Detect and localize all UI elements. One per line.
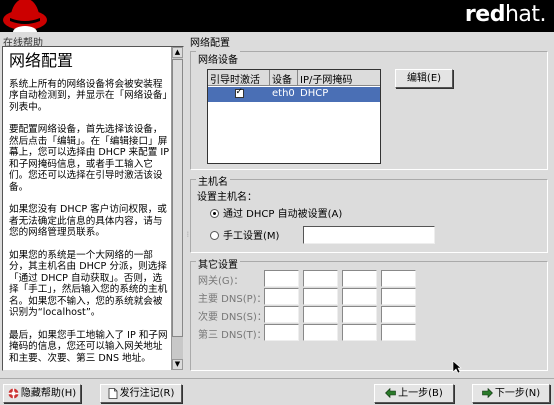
radio-selected-icon[interactable]	[210, 209, 219, 218]
lifebuoy-icon	[8, 388, 19, 398]
gateway-octet-3[interactable]	[342, 270, 377, 287]
help-paragraph: 要配置网络设备，首先选择该设备，然后点击「编辑」。在「编辑接口」屏幕上，您可以选…	[9, 124, 169, 193]
other-settings-title: 其它设置	[196, 256, 240, 271]
device-cell: eth0	[272, 88, 295, 99]
hostname-manual-radio[interactable]: 手工设置(M)	[210, 227, 279, 242]
dns1-octet-4[interactable]	[381, 288, 416, 305]
help-content: 网络配置 系统上所有的网络设备将会被安装程序自动检测到，并显示在「网络设备」列表…	[9, 51, 169, 370]
dns3-octet-3[interactable]	[342, 324, 377, 341]
dns2-octet-4[interactable]	[381, 306, 416, 323]
back-label: 上一步(B)	[398, 388, 443, 399]
brand-main: red	[464, 2, 506, 27]
column-header[interactable]: 引导时激活	[208, 70, 270, 86]
arrow-left-icon	[385, 388, 396, 398]
table-header: 引导时激活 设备 IP/子网掩码	[208, 70, 380, 86]
dns1-label: 主要 DNS(P)：	[198, 294, 267, 305]
document-icon	[108, 387, 118, 399]
back-button[interactable]: 上一步(B)	[374, 384, 454, 403]
help-paragraph: 最后，如果您手工地输入了 IP 和子网掩码的信息，您还可以输入网关地址和主要、次…	[9, 329, 168, 364]
hostname-manual-input[interactable]	[303, 226, 435, 244]
scroll-up-arrow-icon[interactable]: ▲	[172, 47, 183, 58]
dns3-octet-4[interactable]	[381, 324, 416, 341]
dns2-octet-2[interactable]	[303, 306, 338, 323]
manual-option-label: 手工设置(M)	[223, 231, 280, 242]
network-config-title: 网络配置	[190, 38, 230, 49]
bottom-button-bar	[0, 378, 554, 405]
next-label: 下一步(N)	[494, 388, 541, 399]
release-notes-label: 发行注记(R)	[119, 388, 175, 399]
release-notes-button[interactable]: 发行注记(R)	[100, 384, 182, 403]
column-header[interactable]: IP/子网掩码	[298, 70, 380, 86]
hide-help-button[interactable]: 隐藏帮助(H)	[3, 384, 81, 403]
dns2-label: 次要 DNS(S)：	[198, 312, 267, 323]
dns1-octet-3[interactable]	[342, 288, 377, 305]
help-panel: 网络配置 系统上所有的网络设备将会被安装程序自动检测到，并显示在「网络设备」列表…	[2, 46, 184, 371]
dns3-octet-2[interactable]	[303, 324, 338, 341]
brand-dot: hat.	[504, 2, 547, 27]
dns2-octet-3[interactable]	[342, 306, 377, 323]
radio-unselected-icon[interactable]	[210, 231, 219, 240]
pane-splitter[interactable]: ⋮	[185, 46, 191, 371]
gateway-label: 网关(G)：	[198, 276, 244, 287]
hostname-title: 主机名	[196, 173, 230, 188]
dns3-label: 第三 DNS(T)：	[198, 330, 267, 341]
help-paragraph: 如果您没有 DHCP 客户访问权限，或者无法确定此信息的具体内容，请与您的网络管…	[9, 204, 167, 238]
mouse-pointer-icon	[452, 360, 462, 374]
help-paragraph: 系统上所有的网络设备将会被安装程序自动检测到，并显示在「网络设备」列表中。	[9, 78, 168, 113]
next-button[interactable]: 下一步(N)	[472, 384, 550, 403]
dns3-octet-1[interactable]	[264, 324, 299, 341]
dns1-octet-2[interactable]	[303, 288, 338, 305]
hostname-dhcp-radio[interactable]: 通过 DHCP 自动被设置(A)	[210, 205, 342, 220]
help-scrollbar[interactable]: ▲ ▼	[171, 47, 183, 370]
gateway-octet-4[interactable]	[381, 270, 416, 287]
splitter-grip-icon[interactable]: ⋮	[185, 231, 191, 241]
gateway-octet-1[interactable]	[264, 270, 299, 287]
help-paragraph: 如果您的系统是一个大网络的一部分，其主机名由 DHCP 分派，则选择「通过 DH…	[9, 249, 168, 319]
arrow-right-icon	[482, 388, 493, 398]
hostname-prompt: 设置主机名：	[197, 192, 257, 203]
edit-button[interactable]: 编辑(E)	[395, 69, 453, 88]
help-heading: 网络配置	[9, 51, 74, 70]
dns2-octet-1[interactable]	[264, 306, 299, 323]
gateway-octet-2[interactable]	[303, 270, 338, 287]
installer-header: redhat.	[0, 0, 554, 32]
scroll-down-arrow-icon[interactable]: ▼	[172, 359, 183, 370]
network-device-table[interactable]: 引导时激活 设备 IP/子网掩码 eth0 DHCP	[207, 69, 381, 164]
redhat-logo-text: redhat.	[464, 2, 547, 27]
hide-help-label: 隐藏帮助(H)	[20, 388, 77, 399]
shadowman-icon	[3, 0, 47, 32]
table-row[interactable]: eth0 DHCP	[208, 87, 380, 102]
dns1-octet-1[interactable]	[264, 288, 299, 305]
ip-cell: DHCP	[300, 88, 329, 99]
checkbox-icon[interactable]	[234, 87, 244, 98]
scroll-thumb[interactable]	[172, 59, 183, 337]
dhcp-option-label: 通过 DHCP 自动被设置(A)	[223, 209, 343, 220]
active-checkbox-cell[interactable]	[208, 87, 270, 102]
column-header[interactable]: 设备	[270, 70, 298, 86]
network-devices-title: 网络设备	[196, 51, 240, 66]
